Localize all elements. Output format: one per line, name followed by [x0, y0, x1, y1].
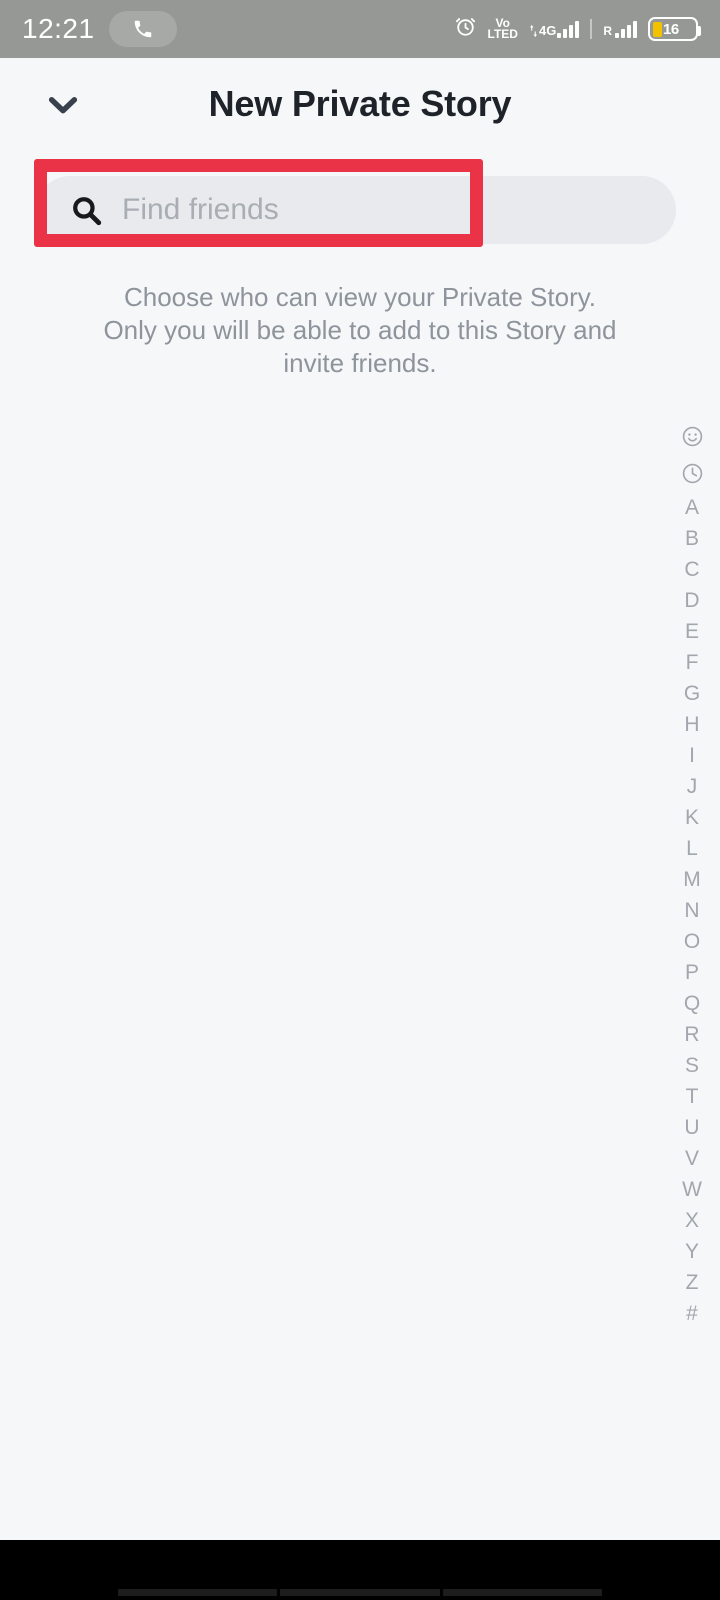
alpha-index-letter-r[interactable]: R	[664, 1019, 720, 1050]
alpha-index-letter-e[interactable]: E	[664, 616, 720, 647]
alpha-index-letter-s[interactable]: S	[664, 1050, 720, 1081]
alpha-index-letter-l[interactable]: L	[664, 833, 720, 864]
alpha-index-letter-u[interactable]: U	[664, 1112, 720, 1143]
alpha-index-letter-y[interactable]: Y	[664, 1236, 720, 1267]
search-row	[36, 176, 676, 244]
search-bar[interactable]	[36, 176, 676, 244]
alpha-index-letter-c[interactable]: C	[664, 554, 720, 585]
signal-bars-sim2	[615, 20, 637, 38]
alpha-index-letter-h[interactable]: H	[664, 709, 720, 740]
status-bar: 12:21 Vo LTED 4G R 16	[0, 0, 720, 58]
alpha-index-letter-hash[interactable]: #	[664, 1298, 720, 1329]
alpha-index-letter-x[interactable]: X	[664, 1205, 720, 1236]
clock-icon[interactable]	[664, 455, 720, 492]
status-bar-right: Vo LTED 4G R 16	[454, 15, 701, 43]
alpha-index-letter-d[interactable]: D	[664, 585, 720, 616]
network-type-label: 4G	[538, 23, 557, 38]
alpha-index-letter-g[interactable]: G	[664, 678, 720, 709]
alphabet-index[interactable]: A B C D E F G H I J K L M N O P Q R S T U V W X Y Z #	[664, 418, 720, 1329]
cellular-signal-sim2: R	[603, 20, 637, 38]
battery-percent-label: 16	[663, 20, 679, 38]
alpha-index-letter-i[interactable]: I	[664, 740, 720, 771]
alpha-index-letter-k[interactable]: K	[664, 802, 720, 833]
system-navigation-bar	[0, 1540, 720, 1600]
description-line-3: invite friends.	[283, 348, 437, 379]
battery-fill	[653, 21, 662, 37]
app-screen: 12:21 Vo LTED 4G R 16 New Private Story …	[0, 0, 720, 1600]
phone-icon	[108, 11, 177, 47]
smiley-face-icon[interactable]	[664, 418, 720, 455]
description-line-2: Only you will be able to add to this Sto…	[103, 315, 617, 346]
alpha-index-letter-t[interactable]: T	[664, 1081, 720, 1112]
signal-bars-sim1	[557, 20, 580, 38]
alpha-index-letter-b[interactable]: B	[664, 523, 720, 554]
alpha-index-letter-f[interactable]: F	[664, 647, 720, 678]
cellular-signal-sim1: 4G	[529, 20, 580, 38]
status-bar-left: 12:21	[22, 11, 177, 47]
page-header: New Private Story	[0, 58, 720, 150]
gesture-hint-left[interactable]	[118, 1589, 278, 1596]
alpha-index-letter-j[interactable]: J	[664, 771, 720, 802]
alpha-index-letter-m[interactable]: M	[664, 864, 720, 895]
alpha-index-letter-q[interactable]: Q	[664, 988, 720, 1019]
status-clock: 12:21	[22, 13, 95, 44]
description-text: Choose who can view your Private Story. …	[60, 281, 660, 380]
search-input[interactable]	[106, 193, 676, 227]
page-title: New Private Story	[208, 83, 512, 124]
battery-indicator: 16	[648, 17, 701, 41]
roaming-label: R	[603, 24, 612, 38]
sim-divider	[590, 19, 593, 39]
description-line-1: Choose who can view your Private Story.	[123, 282, 597, 312]
alpha-index-letter-z[interactable]: Z	[664, 1267, 720, 1298]
alpha-index-letter-p[interactable]: P	[664, 957, 720, 988]
volte-indicator: Vo LTED	[487, 15, 518, 41]
gesture-hint-bars[interactable]	[118, 1589, 602, 1596]
gesture-hint-right[interactable]	[442, 1589, 602, 1596]
search-icon	[66, 190, 106, 230]
alpha-index-letter-a[interactable]: A	[664, 492, 720, 523]
alpha-index-letter-w[interactable]: W	[664, 1174, 720, 1205]
alarm-clock-icon	[454, 15, 477, 43]
data-arrows-icon	[529, 24, 538, 38]
gesture-hint-center[interactable]	[280, 1589, 440, 1596]
alpha-index-letter-o[interactable]: O	[664, 926, 720, 957]
alpha-index-letter-n[interactable]: N	[664, 895, 720, 926]
alpha-index-letter-v[interactable]: V	[664, 1143, 720, 1174]
